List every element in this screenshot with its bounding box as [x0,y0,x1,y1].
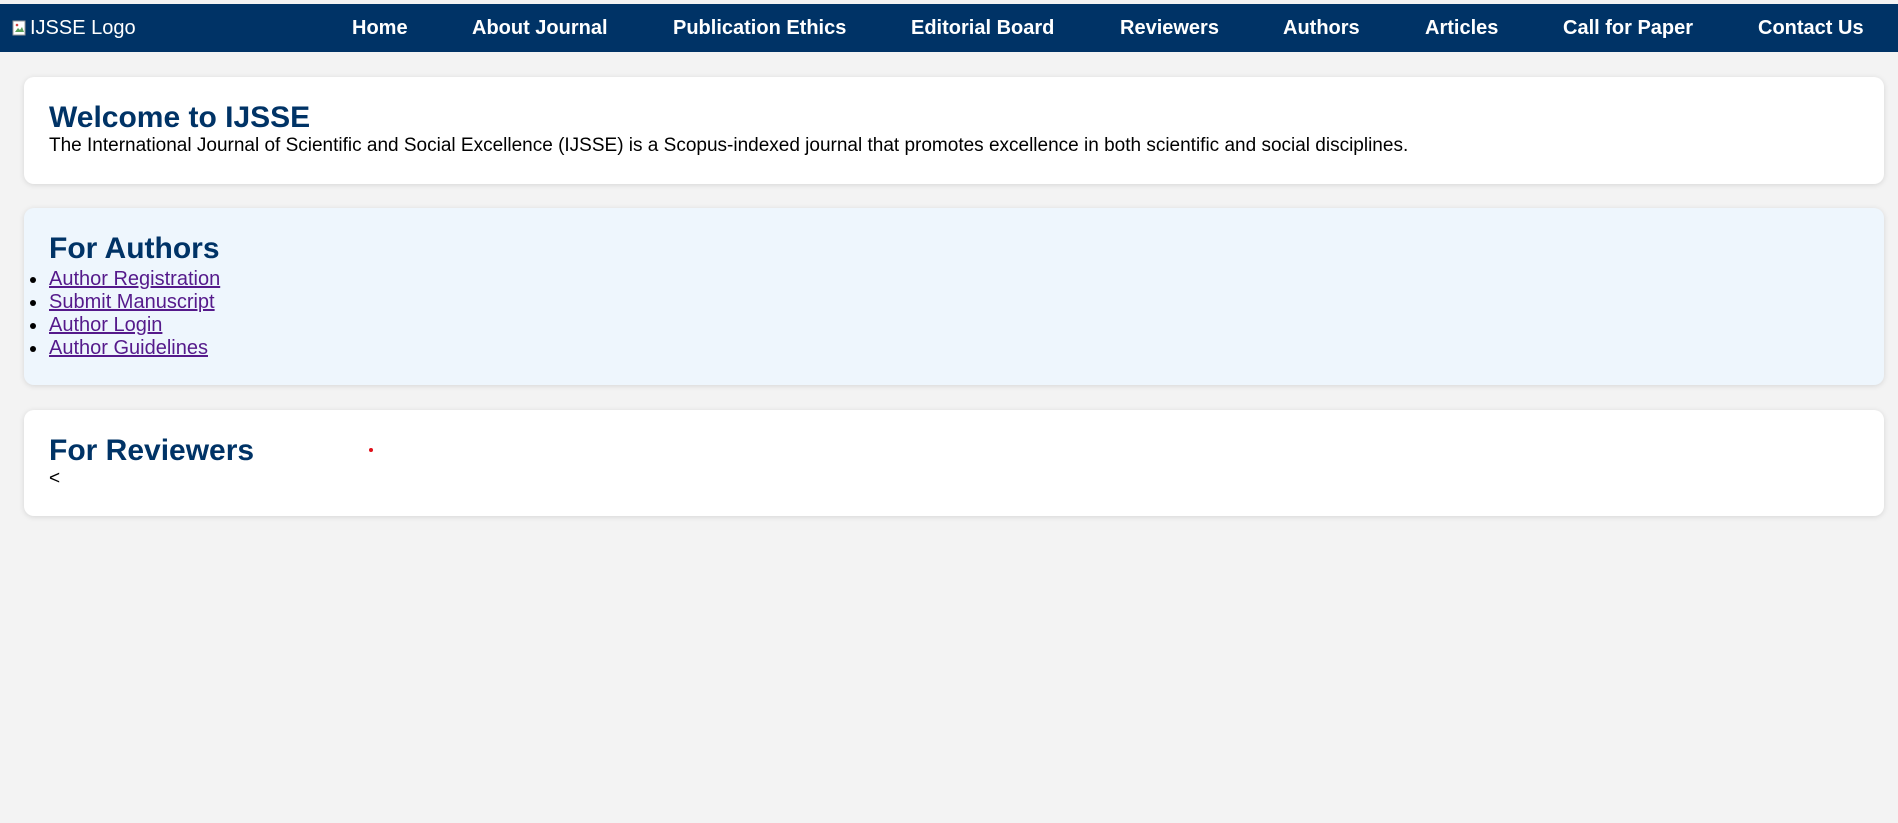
stray-text: < [49,468,61,489]
red-dot-marker [369,448,373,452]
author-registration-link[interactable]: Author Registration [49,268,220,290]
list-item: Author Login [30,314,220,337]
list-item: Author Registration [30,268,220,291]
top-navigation-bar: IJSSE Logo Home About Journal Publicatio… [0,4,1898,52]
welcome-heading: Welcome to IJSSE [49,101,311,134]
author-login-link[interactable]: Author Login [49,314,162,336]
bullet-icon [30,300,36,306]
reviewers-section: For Reviewers < [24,410,1884,516]
list-item: Author Guidelines [30,337,220,360]
nav-contact-us[interactable]: Contact Us [1758,4,1864,52]
reviewers-heading: For Reviewers [49,434,255,467]
nav-articles[interactable]: Articles [1425,4,1498,52]
welcome-description: The International Journal of Scientific … [49,135,1409,156]
nav-call-for-paper[interactable]: Call for Paper [1563,4,1693,52]
list-item: Submit Manuscript [30,291,220,314]
submit-manuscript-link[interactable]: Submit Manuscript [49,291,215,313]
nav-home[interactable]: Home [352,4,408,52]
authors-section: For Authors Author Registration Submit M… [24,208,1884,385]
author-links-list: Author Registration Submit Manuscript Au… [30,268,220,360]
nav-reviewers[interactable]: Reviewers [1120,4,1219,52]
nav-about-journal[interactable]: About Journal [472,4,608,52]
nav-editorial-board[interactable]: Editorial Board [911,4,1054,52]
nav-publication-ethics[interactable]: Publication Ethics [673,4,846,52]
main-nav: Home About Journal Publication Ethics Ed… [0,4,1898,52]
author-guidelines-link[interactable]: Author Guidelines [49,337,208,359]
welcome-section: Welcome to IJSSE The International Journ… [24,77,1884,184]
bullet-icon [30,323,36,329]
authors-heading: For Authors [49,232,220,265]
bullet-icon [30,346,36,352]
bullet-icon [30,277,36,283]
nav-authors[interactable]: Authors [1283,4,1360,52]
